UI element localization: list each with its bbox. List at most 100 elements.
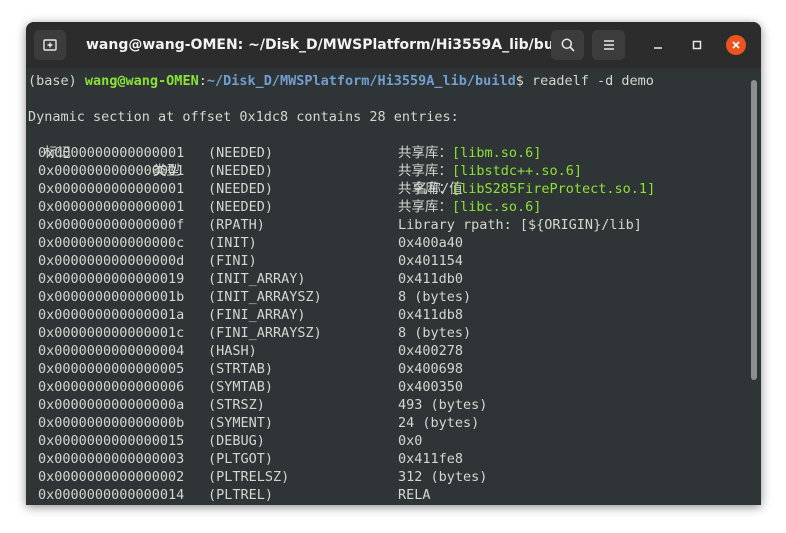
search-icon bbox=[561, 38, 575, 52]
row-value: 24 (bytes) bbox=[398, 414, 479, 432]
row-value: 0x400a40 bbox=[398, 234, 463, 252]
row-value-prefix: 共享库： bbox=[398, 199, 452, 215]
row-value: 0x411fe8 bbox=[398, 450, 463, 468]
row-type: (RPATH) bbox=[208, 217, 265, 233]
prompt-colon: : bbox=[198, 73, 207, 89]
row-tag: 0x0000000000000005 bbox=[38, 361, 185, 377]
table-row: 0x0000000000000001 (NEEDED) 共享库：[libc.so.6… bbox=[28, 198, 748, 216]
row-type: (NEEDED) bbox=[208, 181, 274, 197]
search-button[interactable] bbox=[551, 30, 584, 60]
row-value-text: [libm.so.6] bbox=[452, 145, 542, 161]
table-row: 0x0000000000000001 (NEEDED) 共享库：[libm.so.6… bbox=[28, 144, 748, 162]
row-value-text: 0x411fe8 bbox=[398, 451, 464, 467]
minimize-button[interactable] bbox=[648, 35, 668, 55]
row-value-text: 24 (bytes) bbox=[398, 415, 480, 431]
row-value-text: 312 (bytes) bbox=[398, 469, 488, 485]
row-type: (INIT) bbox=[208, 235, 257, 251]
row-type: (SYMTAB) bbox=[208, 379, 274, 395]
prompt-dollar: $ bbox=[515, 73, 532, 89]
conda-env: (base) bbox=[28, 73, 85, 89]
table-row: 0x000000000000000d (FINI) 0x401154 bbox=[28, 252, 748, 270]
row-value-text: 0x400698 bbox=[398, 361, 464, 377]
row-type: (STRSZ) bbox=[208, 397, 265, 413]
row-type: (PLTGOT) bbox=[208, 451, 274, 467]
row-tag: 0x000000000000001c bbox=[38, 325, 185, 341]
row-value-text: Library rpath: [${ORIGIN}/lib] bbox=[398, 217, 642, 233]
menu-button[interactable] bbox=[592, 30, 625, 60]
row-value-text: 0x411db8 bbox=[398, 307, 464, 323]
row-value-text: 0x0 bbox=[398, 433, 423, 449]
table-header: 标记 类型 名称/值 bbox=[28, 126, 748, 197]
terminal-output[interactable]: (base) wang@wang-OMEN:~/Disk_D/MWSPlatfo… bbox=[26, 68, 761, 505]
row-type: (FINI_ARRAY) bbox=[208, 307, 306, 323]
prompt-line: (base) wang@wang-OMEN:~/Disk_D/MWSPlatfo… bbox=[28, 72, 654, 90]
row-type: (NEEDED) bbox=[208, 145, 274, 161]
row-value: 共享库：[libS285FireProtect.so.1] bbox=[398, 180, 655, 198]
row-tag: 0x0000000000000019 bbox=[38, 271, 185, 287]
row-value: 8 (bytes) bbox=[398, 288, 471, 306]
row-type: (INIT_ARRAYSZ) bbox=[208, 289, 322, 305]
minimize-icon bbox=[654, 47, 662, 49]
row-tag: 0x0000000000000001 bbox=[38, 145, 185, 161]
row-value-text: 0x411db0 bbox=[398, 271, 464, 287]
table-row: 0x000000000000000f (RPATH) Library rpath: … bbox=[28, 216, 748, 234]
table-row: 0x0000000000000005 (STRTAB) 0x400698 bbox=[28, 360, 748, 378]
row-value: 0x411db0 bbox=[398, 270, 463, 288]
row-value: 0x400278 bbox=[398, 342, 463, 360]
row-type: (PLTREL) bbox=[208, 487, 274, 503]
close-button[interactable] bbox=[726, 35, 746, 55]
table-row: 0x0000000000000004 (HASH) 0x400278 bbox=[28, 342, 748, 360]
row-value: 0x400350 bbox=[398, 378, 463, 396]
table-row: 0x000000000000000b (SYMENT) 24 (bytes) bbox=[28, 414, 748, 432]
row-value: 共享库：[libc.so.6] bbox=[398, 198, 541, 216]
row-value: 0x401154 bbox=[398, 252, 463, 270]
hamburger-menu-icon bbox=[603, 40, 614, 50]
row-value: Library rpath: [${ORIGIN}/lib] bbox=[398, 216, 642, 234]
row-tag: 0x0000000000000001 bbox=[38, 163, 185, 179]
prompt-user-host: wang@wang-OMEN bbox=[84, 73, 199, 89]
title-bar[interactable]: wang@wang-OMEN: ~/Disk_D/MWSPlatform/Hi3… bbox=[26, 22, 761, 68]
row-value: 0x0 bbox=[398, 432, 422, 450]
row-tag: 0x0000000000000002 bbox=[38, 469, 185, 485]
row-value-text: 0x400350 bbox=[398, 379, 464, 395]
row-value-prefix: 共享库： bbox=[398, 181, 452, 197]
maximize-icon bbox=[692, 40, 702, 50]
row-type: (NEEDED) bbox=[208, 163, 274, 179]
row-value-text: RELA bbox=[398, 487, 431, 503]
table-row: 0x0000000000000015 (DEBUG) 0x0 bbox=[28, 432, 748, 450]
row-value-text: 0x400a40 bbox=[398, 235, 464, 251]
table-row: 0x0000000000000001 (NEEDED) 共享库：[libstdc++… bbox=[28, 162, 748, 180]
scrollbar[interactable] bbox=[751, 80, 757, 380]
table-row: 0x000000000000000a (STRSZ) 493 (bytes) bbox=[28, 396, 748, 414]
row-type: (FINI_ARRAYSZ) bbox=[208, 325, 322, 341]
row-tag: 0x000000000000001b bbox=[38, 289, 185, 305]
row-value: 共享库：[libm.so.6] bbox=[398, 144, 541, 162]
row-tag: 0x0000000000000001 bbox=[38, 181, 185, 197]
row-value-text: 8 (bytes) bbox=[398, 289, 472, 305]
row-type: (SYMENT) bbox=[208, 415, 274, 431]
table-row: 0x0000000000000002 (PLTRELSZ) 312 (bytes) bbox=[28, 468, 748, 486]
table-row: 0x0000000000000019 (INIT_ARRAY) 0x411db0 bbox=[28, 270, 748, 288]
close-icon bbox=[732, 41, 740, 49]
row-value-text: [libstdc++.so.6] bbox=[452, 163, 583, 179]
window-title: wang@wang-OMEN: ~/Disk_D/MWSPlatform/Hi3… bbox=[86, 37, 574, 53]
row-value-text: 0x401154 bbox=[398, 253, 464, 269]
row-tag: 0x0000000000000001 bbox=[38, 199, 185, 215]
row-tag: 0x000000000000001a bbox=[38, 307, 185, 323]
table-row: 0x000000000000001a (FINI_ARRAY) 0x411db8 bbox=[28, 306, 748, 324]
row-value-prefix: 共享库： bbox=[398, 145, 452, 161]
maximize-button[interactable] bbox=[687, 35, 707, 55]
row-value-text: [libS285FireProtect.so.1] bbox=[452, 181, 656, 197]
table-row: 0x0000000000000003 (PLTGOT) 0x411fe8 bbox=[28, 450, 748, 468]
row-type: (NEEDED) bbox=[208, 199, 274, 215]
row-tag: 0x0000000000000014 bbox=[38, 487, 185, 503]
row-value-text: 8 (bytes) bbox=[398, 325, 472, 341]
new-tab-button[interactable] bbox=[34, 30, 66, 60]
table-row: 0x0000000000000014 (PLTREL) RELA bbox=[28, 486, 748, 504]
row-tag: 0x000000000000000b bbox=[38, 415, 185, 431]
row-type: (INIT_ARRAY) bbox=[208, 271, 306, 287]
row-value-text: 493 (bytes) bbox=[398, 397, 488, 413]
table-row: 0x000000000000001c (FINI_ARRAYSZ) 8 (bytes… bbox=[28, 324, 748, 342]
command-text: readelf -d demo bbox=[531, 73, 654, 89]
table-row: 0x0000000000000001 (NEEDED) 共享库：[libS285Fi… bbox=[28, 180, 748, 198]
